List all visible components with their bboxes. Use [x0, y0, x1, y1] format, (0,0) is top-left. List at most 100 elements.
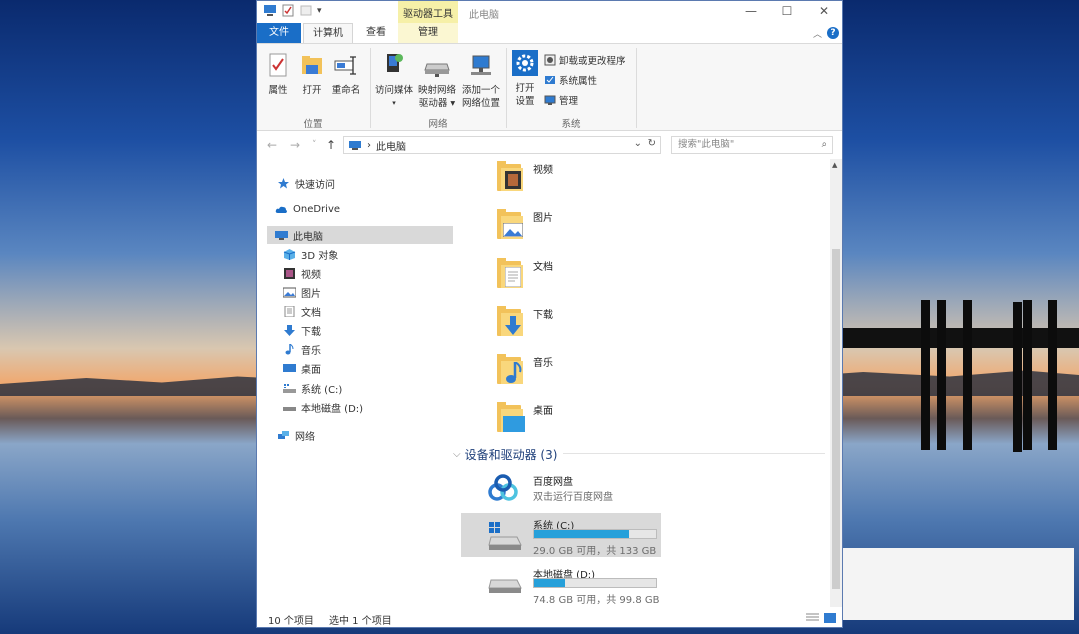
group-label-system: 系统 [561, 119, 581, 130]
sidebar-item-network[interactable]: 网络 [277, 426, 315, 444]
system-drive-icon [283, 383, 296, 393]
tab-file[interactable]: 文件 [257, 23, 301, 43]
devices-section-header[interactable]: ⌵ 设备和驱动器 (3) [453, 446, 557, 463]
sidebar-item-music[interactable]: 音乐 [283, 340, 321, 358]
details-view-icon[interactable] [806, 613, 819, 623]
search-placeholder: 搜索"此电脑" [678, 139, 735, 150]
tab-computer[interactable]: 计算机 [303, 23, 353, 43]
status-selected-count: 选中 1 个项目 [329, 616, 392, 627]
cloud-icon [275, 206, 287, 213]
dropdown-arrow-icon: ▾ [392, 99, 396, 107]
uninstall-program-button[interactable]: 卸载或更改程序 [544, 53, 626, 67]
sidebar-label: 图片 [301, 288, 321, 300]
sidebar-item-this-pc[interactable]: 此电脑 [267, 226, 453, 244]
new-folder-icon[interactable] [299, 4, 313, 17]
rename-button[interactable]: 重命名 [329, 52, 363, 97]
vertical-scrollbar[interactable]: ▲ [830, 159, 842, 607]
sidebar-item-drive-c[interactable]: 系统 (C:) [283, 379, 342, 397]
add-location-label-2: 网络位置 [461, 98, 500, 109]
sidebar-label: 下载 [301, 326, 321, 338]
search-input[interactable]: 搜索"此电脑" ⌕ [671, 136, 833, 154]
sidebar-item-drive-d[interactable]: 本地磁盘 (D:) [283, 398, 363, 416]
forward-button[interactable]: → [290, 138, 300, 152]
open-label: 打开 [302, 85, 322, 96]
folder-desktop-icon [497, 402, 525, 432]
properties-button[interactable]: 属性 [263, 52, 293, 97]
drive-free-space: 74.8 GB 可用，共 99.8 GB [533, 595, 660, 606]
sidebar-item-desktop[interactable]: 桌面 [283, 359, 321, 377]
sidebar-label: 视频 [301, 269, 321, 281]
device-baidu-netdisk[interactable]: 百度网盘 双击运行百度网盘 [461, 469, 661, 513]
sidebar-item-downloads[interactable]: 下载 [283, 321, 321, 339]
sidebar-label: 此电脑 [293, 231, 323, 243]
access-media-label: 访问媒体 [374, 85, 413, 96]
back-button[interactable]: ← [267, 138, 277, 152]
maximize-button[interactable]: ☐ [778, 4, 796, 18]
navigation-pane: 快速访问 OneDrive 此电脑 3D 对象 视频 图片 文档 下载 音乐 桌… [257, 161, 453, 607]
system-properties-button[interactable]: 系统属性 [544, 73, 597, 87]
screen-glare [836, 548, 1074, 620]
content-pane: 视频 图片 文档 下载 音乐 桌面 ⌵ 设备和驱动器 (3) 百度网盘 双击运行… [453, 159, 828, 607]
address-bar-row: ← → ˅ ↑ › 此电脑 ⌄ ↻ 搜索"此电脑" ⌕ [257, 133, 842, 157]
properties-icon[interactable] [281, 4, 295, 17]
scrollbar-thumb[interactable] [832, 249, 840, 589]
video-icon [284, 267, 295, 279]
breadcrumb-this-pc[interactable]: 此电脑 [376, 138, 406, 153]
folder-downloads-icon [497, 306, 525, 336]
window-title: 此电脑 [469, 10, 499, 21]
system-properties-icon [545, 76, 555, 84]
address-dropdown-icon[interactable]: ⌄ [634, 138, 642, 149]
wallpaper-pier [843, 300, 1079, 460]
customize-toolbar-icon[interactable]: ▾ [317, 6, 322, 16]
map-network-drive-button[interactable]: 映射网络 驱动器 ▾ [415, 54, 459, 110]
open-button[interactable]: 打开 [297, 52, 327, 97]
add-network-location-button[interactable]: 添加一个 网络位置 [459, 54, 503, 110]
address-bar[interactable]: › 此电脑 ⌄ ↻ [343, 136, 661, 154]
device-description: 双击运行百度网盘 [533, 492, 613, 503]
folder-videos-icon [497, 161, 525, 191]
device-drive-c[interactable]: 系统 (C:) 29.0 GB 可用，共 133 GB [461, 513, 661, 557]
tab-manage[interactable]: 管理 [398, 23, 458, 43]
section-title: 设备和驱动器 (3) [464, 448, 558, 462]
refresh-icon[interactable]: ↻ [648, 138, 656, 149]
sidebar-item-videos[interactable]: 视频 [283, 264, 321, 282]
map-drive-label-2: 驱动器 ▾ [418, 98, 456, 109]
search-icon: ⌕ [821, 139, 827, 150]
large-icons-view-icon[interactable] [824, 613, 836, 623]
folder-music-icon [497, 354, 525, 384]
network-icon [278, 430, 289, 439]
up-button[interactable]: ↑ [326, 138, 336, 152]
access-media-button[interactable]: 访问媒体 ▾ [373, 50, 415, 110]
manage-label: 管理 [559, 96, 579, 107]
drive-icon [488, 579, 522, 593]
scroll-up-icon[interactable]: ▲ [832, 161, 837, 169]
sidebar-item-pictures[interactable]: 图片 [283, 283, 321, 301]
sidebar-item-documents[interactable]: 文档 [283, 302, 321, 320]
help-icon[interactable]: ? [827, 27, 839, 39]
sidebar-item-quick-access[interactable]: 快速访问 [277, 174, 335, 192]
tab-view[interactable]: 查看 [357, 23, 395, 43]
manage-button[interactable]: 管理 [544, 93, 578, 107]
close-button[interactable]: ✕ [815, 4, 833, 18]
map-drive-label-1: 映射网络 [417, 85, 456, 96]
device-drive-d[interactable]: 本地磁盘 (D:) 74.8 GB 可用，共 99.8 GB [461, 562, 661, 606]
sidebar-item-3d-objects[interactable]: 3D 对象 [283, 245, 338, 263]
recent-locations-button[interactable]: ˅ [312, 140, 317, 150]
sidebar-label: 系统 (C:) [301, 384, 343, 396]
minimize-button[interactable]: — [742, 4, 760, 18]
drive-usage-bar [533, 578, 657, 588]
rename-label: 重命名 [331, 85, 361, 96]
group-label-network: 网络 [428, 119, 448, 130]
open-settings-button[interactable]: 打开 设置 [510, 50, 540, 108]
ribbon-tabs: 文件 计算机 查看 管理 ︿ ? [257, 23, 842, 43]
picture-icon [283, 287, 296, 297]
folder-label: 下载 [533, 310, 553, 321]
group-label-location: 位置 [303, 119, 323, 130]
sidebar-item-onedrive[interactable]: OneDrive [275, 200, 340, 218]
computer-icon[interactable] [263, 4, 277, 17]
folder-label: 视频 [533, 165, 553, 176]
title-bar: ▾ 驱动器工具 此电脑 — ☐ ✕ [257, 1, 842, 23]
sidebar-label: 桌面 [301, 364, 321, 376]
properties-icon [269, 53, 287, 77]
collapse-ribbon-icon[interactable]: ︿ [813, 27, 822, 40]
